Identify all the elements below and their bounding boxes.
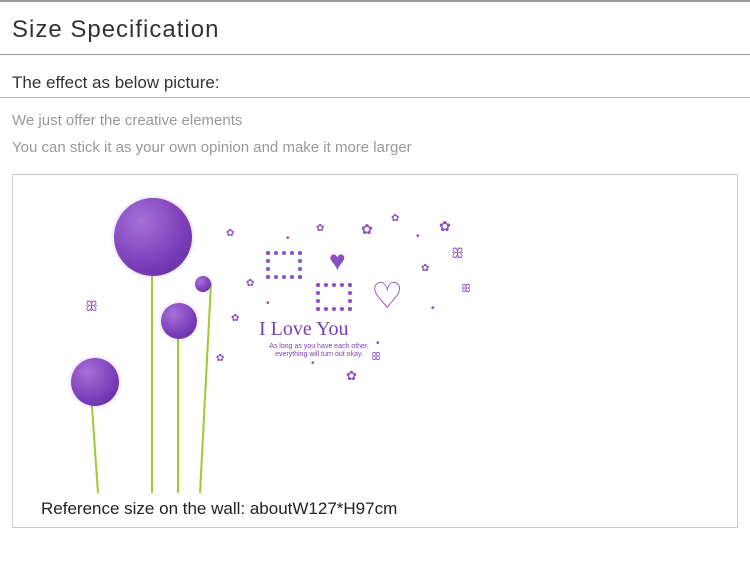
flower-ball-icon	[114, 198, 192, 276]
petal-icon: ✿	[391, 213, 399, 224]
petal-icon: •	[431, 303, 435, 314]
petal-icon: ✿	[439, 218, 451, 235]
photo-frame-icon	[266, 251, 302, 279]
butterfly-icon: ꕥ	[461, 283, 471, 296]
top-border	[0, 0, 750, 2]
title-underline	[0, 54, 750, 55]
petal-icon: •	[416, 231, 420, 242]
petal-icon: ✿	[231, 313, 239, 324]
petal-icon: ✿	[216, 353, 224, 364]
product-image-frame: ♥ ♡ ✿ ✿ ✿ • • ✿ ✿ ✿ • ✿ ✿ • • ✿ • ✿ ꕥ ꕥ …	[12, 174, 738, 528]
subtitle-underline	[0, 97, 750, 98]
petal-icon: ✿	[346, 368, 357, 384]
caption-line-1: As long as you have each other,	[269, 343, 369, 350]
petal-icon: •	[286, 233, 290, 244]
product-image: ♥ ♡ ✿ ✿ ✿ • • ✿ ✿ ✿ • ✿ ✿ • • ✿ • ✿ ꕥ ꕥ …	[21, 183, 729, 493]
butterfly-icon: ꕥ	[451, 245, 464, 262]
heart-icon: ♥	[329, 245, 346, 277]
butterfly-icon: ꕥ	[85, 298, 98, 315]
flower-ball-icon	[71, 358, 119, 406]
description-line-2: You can stick it as your own opinion and…	[0, 139, 750, 156]
caption-text: As long as you have each other, everythi…	[259, 343, 379, 360]
section-title: Size Specification	[0, 6, 750, 54]
flower-ball-icon	[195, 276, 211, 292]
heart-outline-icon: ♡	[371, 275, 403, 317]
stem-icon	[177, 323, 179, 493]
description-line-1: We just offer the creative elements	[0, 112, 750, 129]
stem-icon	[199, 283, 212, 493]
petal-icon: ✿	[226, 228, 234, 239]
petal-icon: ✿	[361, 221, 373, 238]
script-text: I Love You	[259, 318, 348, 341]
petal-icon: ✿	[421, 263, 429, 274]
flower-ball-icon	[161, 303, 197, 339]
photo-frame-icon	[316, 283, 352, 311]
reference-size-label: Reference size on the wall: aboutW127*H9…	[21, 493, 729, 523]
caption-line-2: everything will turn out okay.	[275, 351, 363, 358]
subtitle: The effect as below picture:	[0, 73, 750, 93]
petal-icon: •	[266, 298, 270, 309]
petal-icon: ✿	[316, 223, 324, 234]
petal-icon: ✿	[246, 278, 254, 289]
